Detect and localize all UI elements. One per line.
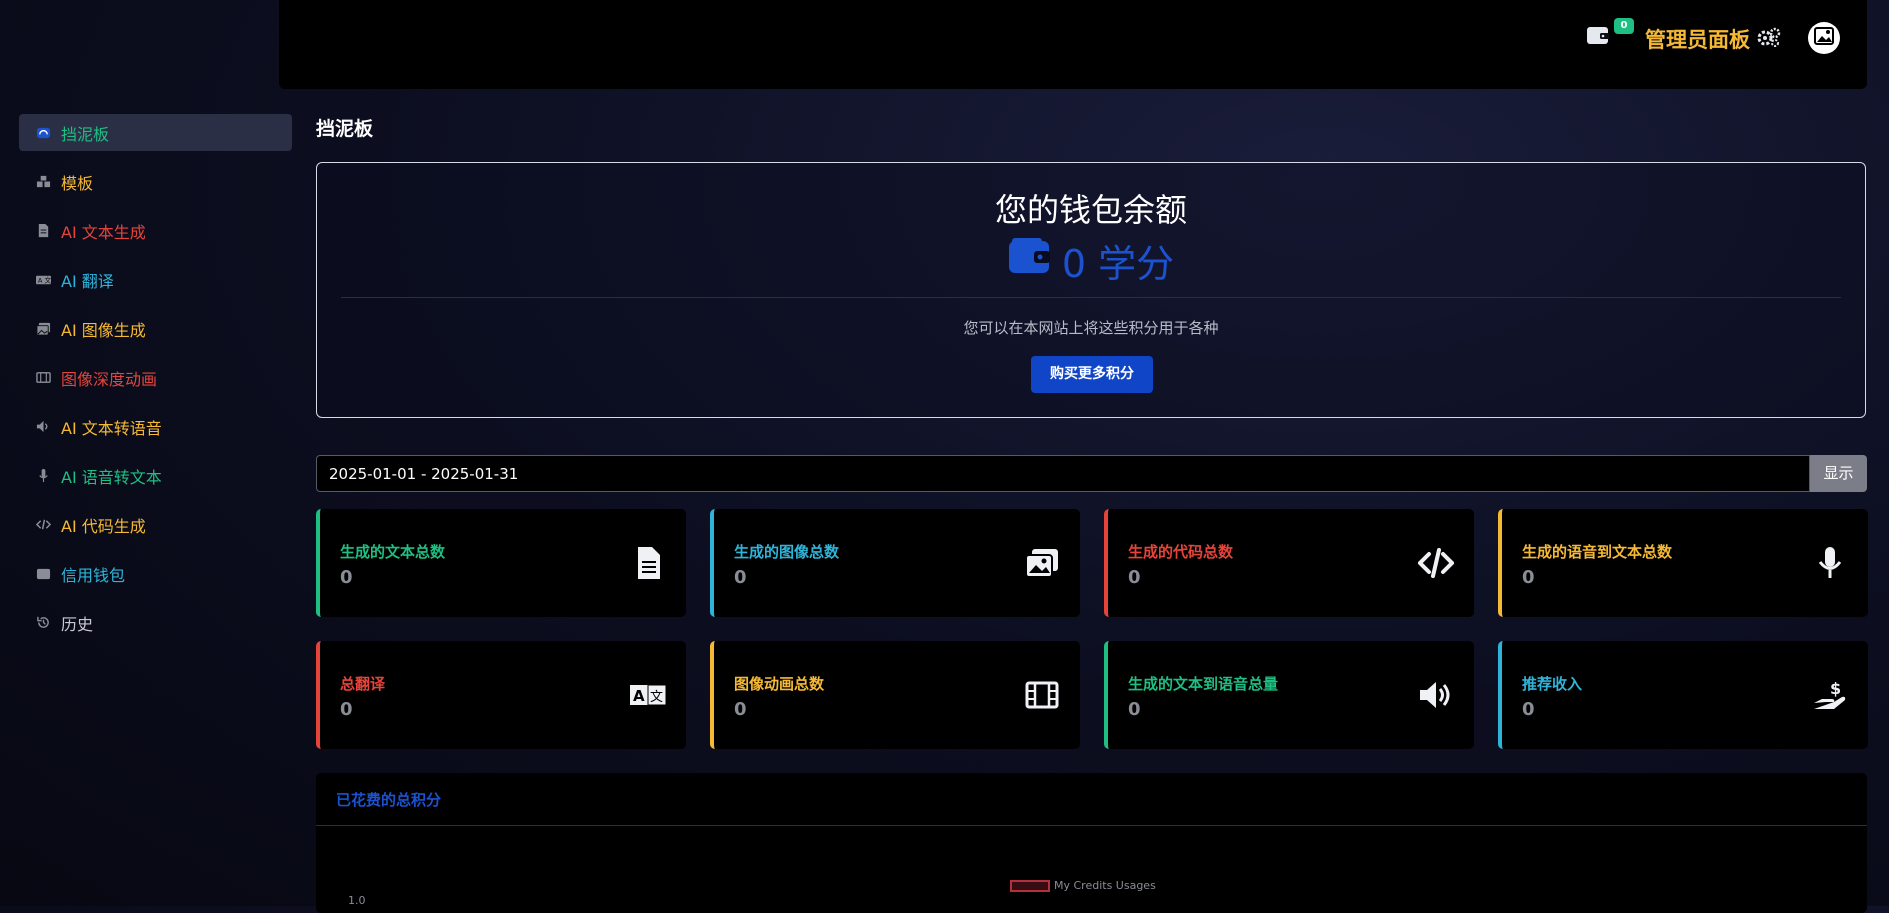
divider	[341, 297, 1841, 298]
image-placeholder-icon	[1813, 25, 1835, 51]
document-icon	[35, 223, 51, 239]
sidebar-item-ai-text[interactable]: AI 文本生成	[19, 212, 292, 249]
stat-value: 0	[1522, 567, 1535, 588]
buy-credits-button[interactable]: 购买更多积分	[1031, 356, 1153, 393]
stat-label: 生成的文本到语音总量	[1128, 675, 1279, 693]
sidebar-item-label: AI 语音转文本	[61, 467, 162, 487]
stat-card-code: 生成的代码总数 0	[1104, 509, 1474, 617]
admin-panel-label: 管理员面板	[1645, 28, 1750, 52]
sidebar: 挡泥板 模板 AI 文本生成 A文 AI 翻译 AI 图像生成 图像深度动画 A…	[19, 114, 292, 653]
film-icon	[35, 370, 51, 386]
stat-card-images: 生成的图像总数 0	[710, 509, 1080, 617]
stat-value: 0	[1128, 699, 1141, 720]
wallet-button[interactable]	[1586, 24, 1614, 52]
sidebar-item-label: AI 文本生成	[61, 222, 146, 242]
microphone-icon	[35, 468, 51, 484]
chart-legend[interactable]: My Credits Usages	[1010, 879, 1156, 892]
wallet-icon	[35, 566, 51, 582]
stat-value: 0	[734, 699, 747, 720]
stat-value: 0	[1128, 567, 1141, 588]
document-icon	[628, 543, 668, 583]
stat-label: 生成的代码总数	[1128, 543, 1234, 561]
code-icon	[1416, 543, 1456, 583]
stat-label: 图像动画总数	[734, 675, 825, 693]
stat-label: 推荐收入	[1522, 675, 1583, 693]
sidebar-item-label: 模板	[61, 173, 94, 193]
speaker-icon	[1416, 675, 1456, 715]
sidebar-item-label: 挡泥板	[61, 124, 110, 144]
dashboard-icon	[35, 125, 51, 141]
wallet-balance: 0 学分	[317, 233, 1865, 288]
wallet-title: 您的钱包余额	[994, 191, 1187, 229]
hand-dollar-icon: $	[1810, 675, 1850, 715]
images-icon	[1022, 543, 1062, 583]
sidebar-item-label: 历史	[61, 614, 94, 634]
sidebar-item-text-to-speech[interactable]: AI 文本转语音	[19, 408, 292, 445]
stat-label: 生成的图像总数	[734, 543, 840, 561]
svg-text:文: 文	[44, 275, 51, 284]
wallet-count-badge: 0	[1614, 18, 1634, 34]
sidebar-item-speech-to-text[interactable]: AI 语音转文本	[19, 457, 292, 494]
stat-value: 0	[340, 567, 353, 588]
sidebar-item-label: 信用钱包	[61, 565, 126, 585]
sidebar-item-ai-code[interactable]: AI 代码生成	[19, 506, 292, 543]
legend-label: My Credits Usages	[1054, 879, 1156, 892]
sidebar-item-label: AI 文本转语音	[61, 418, 162, 438]
film-icon	[1022, 675, 1062, 715]
svg-text:A: A	[37, 276, 42, 284]
legend-swatch	[1010, 879, 1050, 892]
microphone-icon	[1810, 543, 1850, 583]
credits-usage-panel: 已花费的总积分 My Credits Usages 1.0	[316, 773, 1867, 913]
translate-icon: A文	[628, 675, 668, 715]
history-icon	[35, 615, 51, 631]
divider	[316, 825, 1867, 826]
svg-text:$: $	[1830, 679, 1841, 698]
sidebar-item-label: 图像深度动画	[61, 369, 158, 389]
translate-icon: A文	[35, 272, 51, 288]
stat-value: 0	[1522, 699, 1535, 720]
images-icon	[35, 321, 51, 337]
sidebar-item-credit-wallet[interactable]: 信用钱包	[19, 555, 292, 592]
stat-card-referral-income: 推荐收入 0 $	[1498, 641, 1868, 749]
svg-text:文: 文	[650, 690, 663, 705]
templates-icon	[35, 174, 51, 190]
stat-card-animations: 图像动画总数 0	[710, 641, 1080, 749]
stat-card-translations: 总翻译 0 A文	[316, 641, 686, 749]
sidebar-item-image-animation[interactable]: 图像深度动画	[19, 359, 292, 396]
top-bar	[279, 0, 1867, 89]
stat-card-text: 生成的文本总数 0	[316, 509, 686, 617]
user-avatar[interactable]	[1808, 22, 1840, 54]
code-icon	[35, 517, 51, 533]
stat-label: 总翻译	[340, 675, 386, 693]
show-button[interactable]: 显示	[1810, 455, 1867, 492]
credits-panel-title: 已花费的总积分	[336, 791, 442, 809]
wallet-balance-value: 0 学分	[1061, 242, 1175, 286]
stat-label: 生成的语音到文本总数	[1522, 543, 1673, 561]
wallet-icon	[1586, 27, 1610, 50]
stat-label: 生成的文本总数	[340, 543, 446, 561]
stat-value: 0	[340, 699, 353, 720]
wallet-icon	[1008, 237, 1050, 284]
wallet-description: 您可以在本网站上将这些积分用于各种	[963, 319, 1219, 337]
sidebar-item-templates[interactable]: 模板	[19, 163, 292, 200]
sidebar-item-ai-translate[interactable]: A文 AI 翻译	[19, 261, 292, 298]
stat-card-text-to-speech: 生成的文本到语音总量 0	[1104, 641, 1474, 749]
stat-value: 0	[734, 567, 747, 588]
sidebar-item-label: AI 图像生成	[61, 320, 146, 340]
sidebar-item-dashboard[interactable]: 挡泥板	[19, 114, 292, 151]
speaker-icon	[35, 419, 51, 435]
page-title: 挡泥板	[316, 118, 374, 140]
sidebar-item-label: AI 代码生成	[61, 516, 146, 536]
sidebar-item-history[interactable]: 历史	[19, 604, 292, 641]
admin-panel-link[interactable]: 管理员面板	[1645, 24, 1782, 54]
sidebar-item-ai-image[interactable]: AI 图像生成	[19, 310, 292, 347]
sidebar-item-label: AI 翻译	[61, 271, 114, 291]
wallet-balance-card: 您的钱包余额 0 学分 您可以在本网站上将这些积分用于各种 购买更多积分	[316, 162, 1866, 418]
svg-text:A: A	[633, 687, 645, 705]
stat-card-speech-to-text: 生成的语音到文本总数 0	[1498, 509, 1868, 617]
y-axis-tick: 1.0	[348, 894, 366, 907]
date-range-input[interactable]	[316, 455, 1810, 492]
gears-icon	[1756, 26, 1782, 53]
